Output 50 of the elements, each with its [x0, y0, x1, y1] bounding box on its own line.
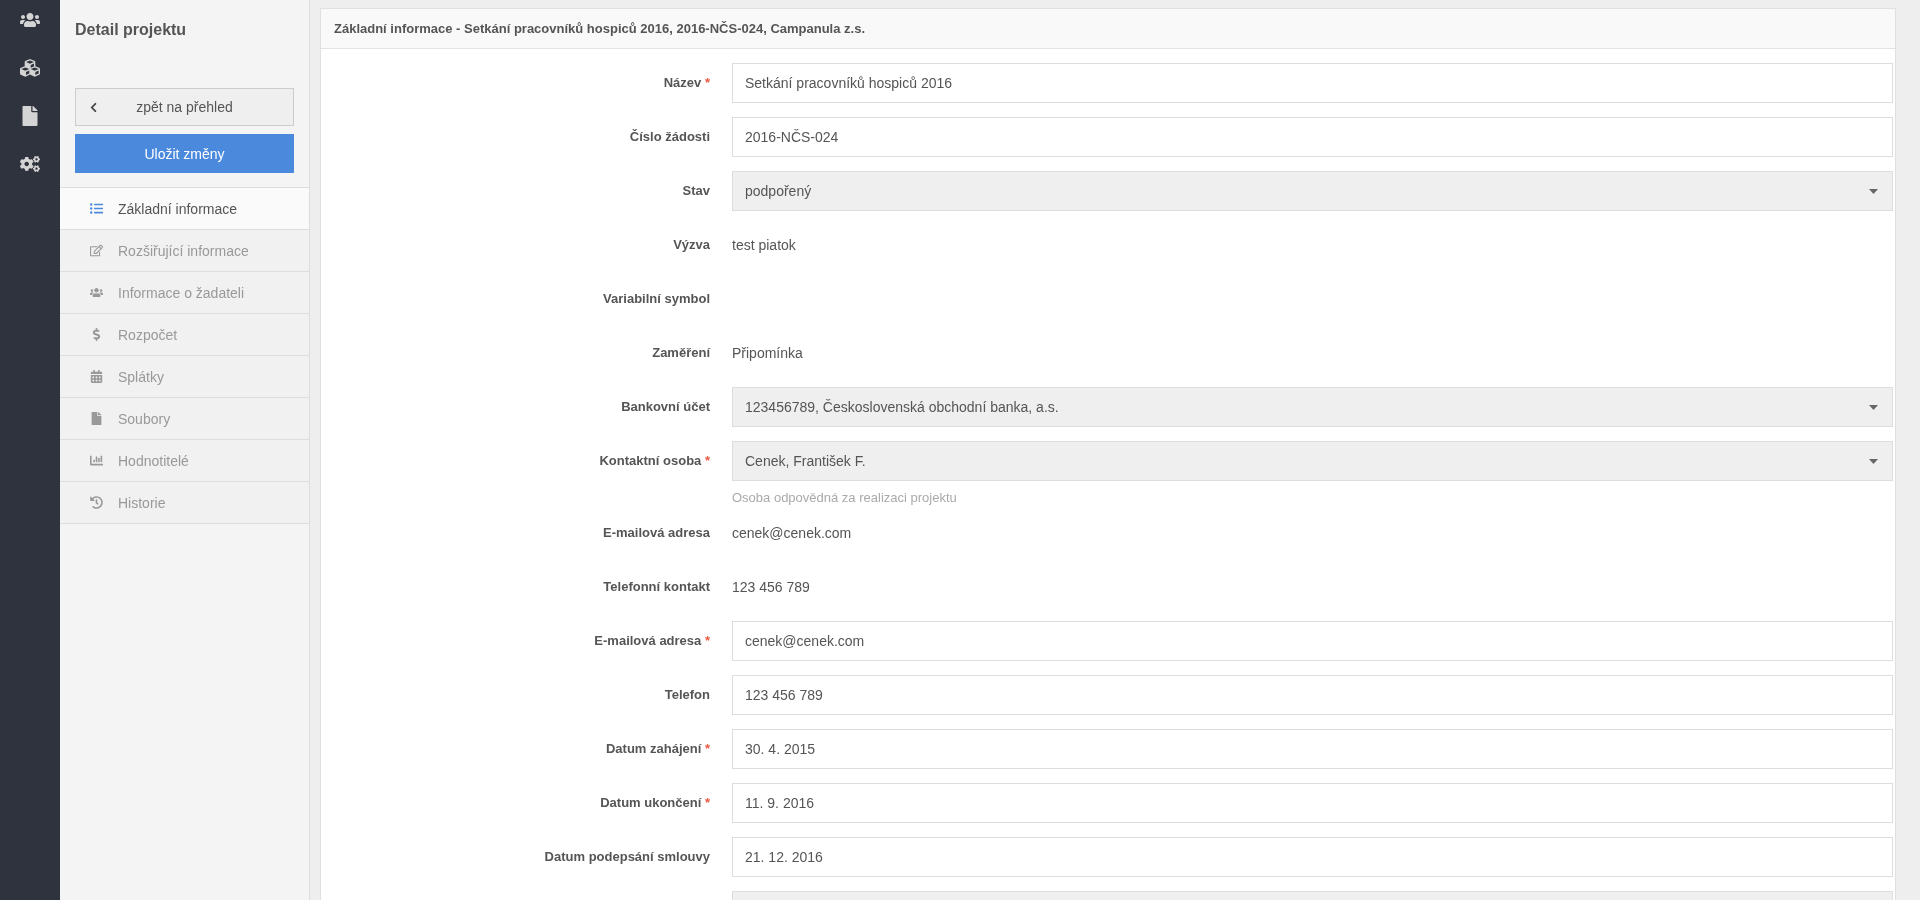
dropdown[interactable]: podpořený: [732, 171, 1893, 211]
history-icon: [89, 496, 103, 509]
field-label: E-mailová adresa *: [594, 633, 710, 648]
text-field[interactable]: cenek@cenek.com: [732, 621, 1893, 661]
field-value: 123 456 789: [732, 578, 810, 597]
sidebar-item[interactable]: Základní informace: [60, 188, 309, 230]
card-title: Základní informace - Setkání pracovníků hospiců 2016, 2016-NČS-024, Campanula z.s.: [334, 21, 866, 36]
cubes-icon[interactable]: [20, 58, 40, 78]
caret-icon: [1869, 405, 1878, 410]
field-value: cenek@cenek.com: [732, 524, 852, 543]
field-label: Kontaktní osoba *: [599, 453, 710, 468]
gears-icon[interactable]: [20, 154, 40, 174]
field-label: Datum ukončení *: [600, 795, 710, 810]
help-text: Osoba odpovědná za realizaci projektu: [732, 490, 957, 505]
file-icon: [89, 412, 103, 425]
chevron-left-icon: [88, 102, 99, 113]
field-label: Variabilní symbol: [603, 291, 710, 306]
field-label: Bankovní účet: [621, 399, 710, 414]
text-field[interactable]: 21. 12. 2016: [732, 837, 1893, 877]
calendar-icon: [89, 370, 103, 383]
field-label: Datum podepsání smlouvy: [544, 849, 710, 864]
list-icon: [89, 202, 103, 215]
field-label: Číslo žádosti: [629, 129, 710, 144]
field-label: E-mailová adresa: [603, 525, 710, 540]
dropdown[interactable]: 123456789, Československá obchodní banka, a.s.: [732, 387, 1893, 427]
field-value: Připomínka: [732, 344, 803, 363]
field-label: Telefonní kontakt: [603, 579, 710, 594]
field-label: Stav: [682, 183, 710, 198]
text-field[interactable]: Setkání pracovníků hospiců 2016: [732, 63, 1893, 103]
users-icon[interactable]: [20, 10, 40, 30]
field-label: Datum zahájení *: [605, 741, 710, 756]
text-field[interactable]: 123 456 789: [732, 675, 1893, 715]
text-field[interactable]: 11. 9. 2016: [732, 783, 1893, 823]
caret-icon: [1869, 189, 1878, 194]
users-icon: [89, 286, 103, 299]
dropdown[interactable]: Cenek, František F.: [732, 441, 1893, 481]
save-button[interactable]: Uložit změny: [75, 134, 294, 173]
text-field[interactable]: 30. 4. 2015: [732, 729, 1893, 769]
field-label: Zaměření: [652, 345, 710, 360]
bar-chart-icon: [89, 454, 103, 467]
file-icon[interactable]: [20, 106, 40, 126]
caret-icon: [1869, 459, 1878, 464]
field-value: test piatok: [732, 236, 796, 255]
sidebar-title: Detail projektu: [75, 21, 187, 38]
field-label: Výzva: [673, 237, 710, 252]
text-field[interactable]: 2016-NČS-024: [732, 117, 1893, 157]
field-label: Telefon: [664, 687, 710, 702]
back-button[interactable]: zpět na přehled: [75, 88, 294, 126]
edit-icon: [89, 244, 103, 257]
field-label: Název *: [663, 75, 710, 90]
